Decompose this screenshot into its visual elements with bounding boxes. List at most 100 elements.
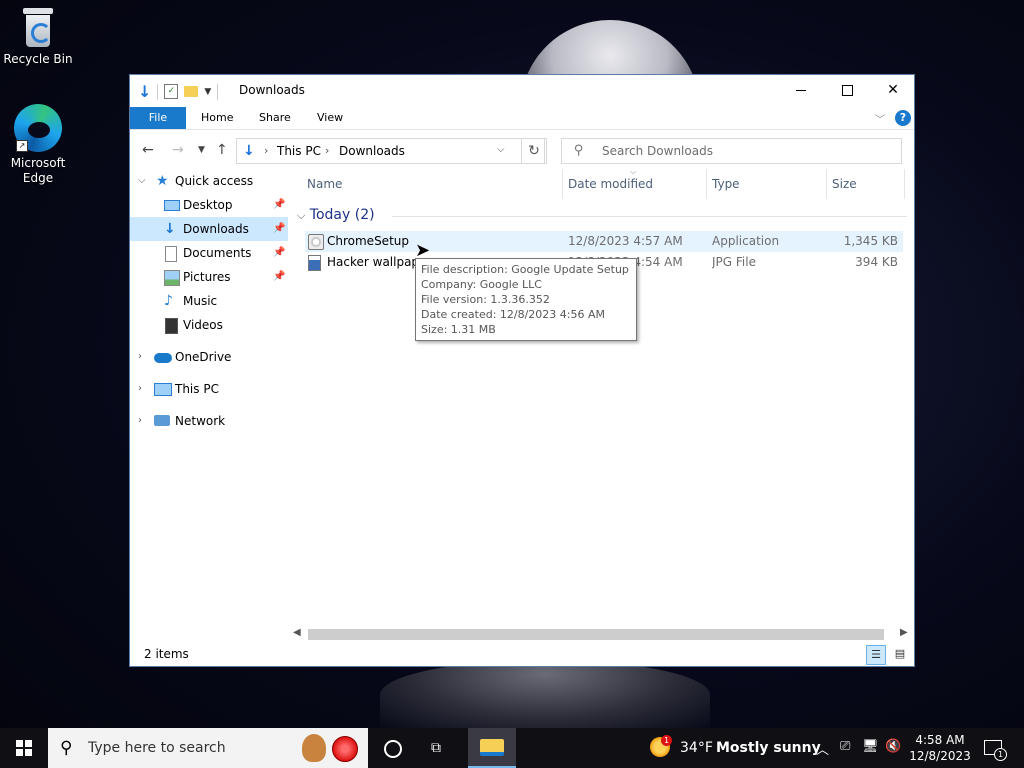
customize-toolbar-icon[interactable]: ▼ [204, 87, 211, 97]
up-button[interactable]: ↑ [216, 142, 228, 158]
scroll-left-icon[interactable]: ◀ [293, 627, 301, 638]
pin-icon: 📌 [273, 199, 286, 210]
close-button[interactable]: ✕ [870, 75, 916, 105]
notification-badge: 1 [994, 748, 1007, 761]
pin-icon: 📌 [273, 247, 286, 258]
refresh-button[interactable]: ↻ [521, 138, 547, 164]
title-bar[interactable]: ↓ ✓ ▼ Downloads ✕ [130, 75, 914, 107]
pin-icon: 📌 [273, 223, 286, 234]
forward-button[interactable]: → [172, 142, 184, 158]
properties-icon[interactable]: ✓ [164, 84, 179, 99]
folder-icon [480, 739, 504, 756]
help-icon[interactable]: ? [895, 110, 911, 126]
horizontal-scrollbar[interactable]: ◀ ▶ [290, 626, 911, 643]
show-hidden-icons-icon[interactable]: ︿ [816, 739, 829, 758]
details-view-button[interactable]: ☰ [866, 645, 886, 665]
meet-now-icon[interactable]: ⎚ [840, 739, 850, 754]
column-header-name[interactable]: Name [307, 177, 342, 193]
tab-home[interactable]: Home [201, 107, 233, 129]
status-item-count: 2 items [144, 647, 189, 661]
sidebar-item-documents[interactable]: Documents 📌 [130, 241, 290, 265]
computer-icon [154, 383, 172, 396]
new-folder-icon[interactable] [184, 86, 199, 97]
navigation-bar: ← → ▼ ↑ ↓ › This PC › Downloads ⌵ ↻ ⚲ Se… [130, 130, 914, 170]
clock[interactable]: 4:58 AM 12/8/2023 [908, 732, 972, 764]
search-icon: ⚲ [60, 738, 73, 758]
tab-share[interactable]: Share [259, 107, 291, 129]
column-header-size[interactable]: Size [832, 177, 857, 193]
recycle-bin-icon [21, 8, 55, 48]
sidebar-item-pictures[interactable]: Pictures 📌 [130, 265, 290, 289]
pictures-icon [164, 270, 180, 286]
documents-icon [165, 246, 177, 262]
sort-indicator-icon: ⌵ [630, 167, 637, 176]
volume-muted-icon[interactable]: 🔇 [885, 739, 901, 754]
expand-ribbon-icon[interactable]: ﹀ [875, 111, 885, 126]
weather-temperature[interactable]: 34°F [680, 740, 713, 756]
tab-file[interactable]: File [130, 107, 186, 129]
search-icon: ⚲ [574, 143, 584, 158]
breadcrumb-chevron-icon[interactable]: › [325, 144, 329, 157]
desktop-icon-label: Microsoft Edge [10, 156, 66, 185]
scrollbar-thumb[interactable] [308, 629, 884, 640]
window-title: Downloads [239, 83, 305, 97]
desktop-icon-microsoft-edge[interactable]: Microsoft Edge [0, 104, 76, 186]
sidebar-item-desktop[interactable]: Desktop 📌 [130, 193, 290, 217]
gingerbread-icon[interactable] [302, 734, 326, 762]
table-row[interactable]: ChromeSetup 12/8/2023 4:57 AM Applicatio… [305, 231, 903, 252]
taskbar: ⚲ Type here to search ⧉ 1 34°F Mostly su… [0, 728, 1024, 768]
maximize-button[interactable] [824, 75, 870, 105]
taskbar-file-explorer-button[interactable] [468, 728, 516, 768]
sidebar-item-quick-access[interactable]: ⌵ ★ Quick access [130, 169, 290, 193]
weather-badge: 1 [661, 735, 672, 746]
column-header-date-modified[interactable]: Date modified [568, 177, 653, 193]
tab-view[interactable]: View [317, 107, 343, 129]
chevron-down-icon[interactable]: ⌵ [138, 169, 146, 193]
breadcrumb-this-pc[interactable]: This PC [277, 144, 321, 158]
navigation-pane: ⌵ ★ Quick access Desktop 📌 ↓ Downloads 📌… [130, 169, 290, 639]
downloads-icon: ↓ [164, 221, 176, 237]
file-info-tooltip: File description: Google Update Setup Co… [415, 258, 637, 341]
sidebar-item-onedrive[interactable]: › OneDrive [130, 345, 290, 369]
quick-access-toolbar: ↓ ✓ ▼ [138, 82, 219, 101]
weather-condition[interactable]: Mostly sunny [716, 740, 821, 756]
chevron-down-icon[interactable]: ⌵ [297, 209, 305, 222]
chevron-right-icon[interactable]: › [138, 377, 142, 401]
sidebar-item-network[interactable]: › Network [130, 409, 290, 433]
address-bar[interactable]: ↓ › This PC › Downloads ⌵ [236, 138, 545, 164]
file-explorer-window: ↓ ✓ ▼ Downloads ✕ File Home Share View ﹀… [129, 74, 915, 667]
back-button[interactable]: ← [142, 142, 154, 158]
cortana-icon[interactable] [384, 740, 402, 758]
pin-icon: 📌 [273, 271, 286, 282]
recent-locations-button[interactable]: ▼ [198, 145, 205, 155]
desktop-icon [164, 200, 180, 211]
network-icon[interactable]: 🖥 [862, 739, 879, 754]
wallpaper-shoulders [380, 660, 710, 730]
large-icons-view-button[interactable]: ▤ [890, 645, 910, 665]
breadcrumb-downloads[interactable]: Downloads [339, 144, 405, 158]
start-button[interactable] [0, 728, 48, 768]
sidebar-item-music[interactable]: ♪ Music [130, 289, 290, 313]
sidebar-item-downloads[interactable]: ↓ Downloads 📌 [130, 217, 288, 241]
chevron-right-icon[interactable]: › [138, 409, 142, 433]
music-note-icon: ♪ [164, 293, 173, 309]
group-header-today[interactable]: ⌵ Today (2) [297, 207, 375, 223]
desktop-icon-recycle-bin[interactable]: Recycle Bin [0, 8, 76, 67]
address-dropdown-icon[interactable]: ⌵ [497, 144, 505, 155]
search-input[interactable]: ⚲ Search Downloads [561, 138, 902, 164]
chevron-right-icon[interactable]: › [138, 345, 142, 369]
breadcrumb-chevron-icon[interactable]: › [264, 144, 268, 157]
star-icon: ★ [156, 173, 169, 189]
mouse-pointer-icon: ➤ [415, 240, 431, 261]
column-header-type[interactable]: Type [712, 177, 740, 193]
scroll-right-icon[interactable]: ▶ [900, 627, 908, 638]
videos-icon [165, 318, 178, 334]
network-icon [154, 415, 170, 426]
ornament-icon[interactable] [332, 736, 358, 762]
cloud-icon [154, 353, 172, 363]
task-view-icon[interactable]: ⧉ [431, 740, 441, 756]
sidebar-item-videos[interactable]: Videos [130, 313, 290, 337]
minimize-button[interactable] [778, 75, 824, 105]
sidebar-item-this-pc[interactable]: › This PC [130, 377, 290, 401]
taskbar-search-box[interactable]: ⚲ Type here to search [48, 728, 368, 768]
